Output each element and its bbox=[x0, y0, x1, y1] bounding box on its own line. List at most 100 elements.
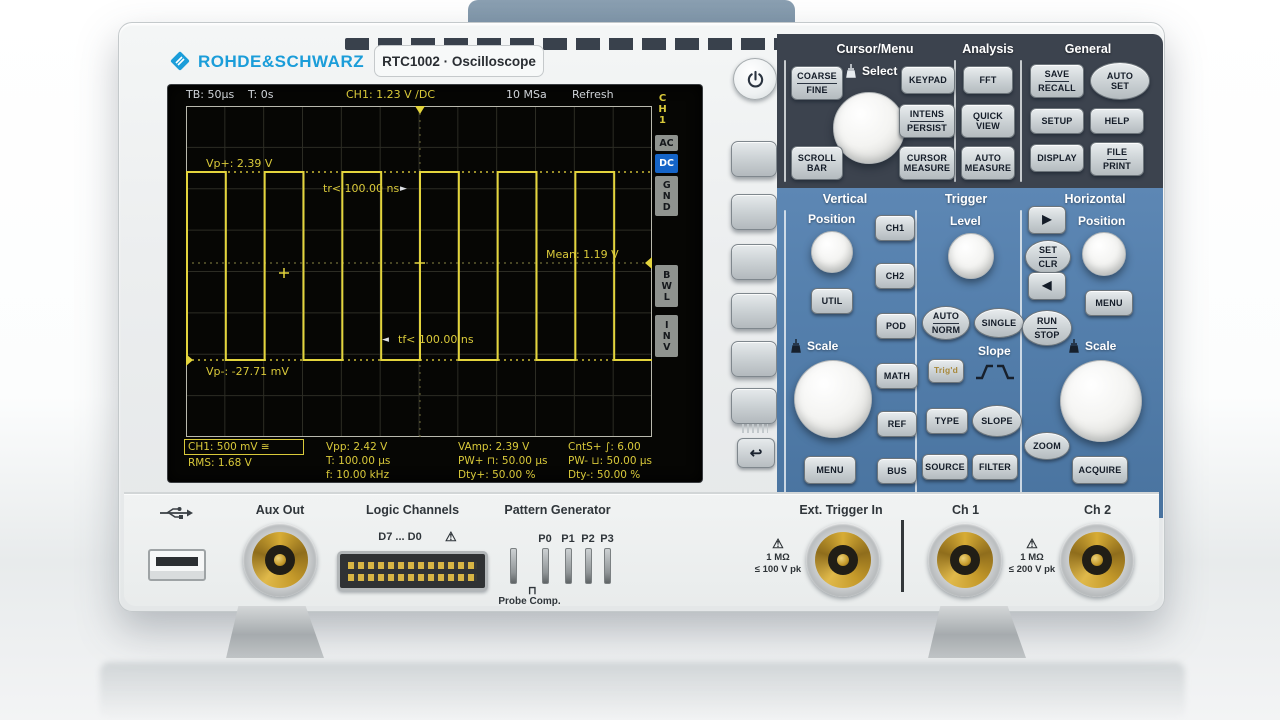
ch2-button[interactable]: CH2 bbox=[875, 263, 915, 289]
horizontal-scale-knob[interactable] bbox=[1060, 360, 1142, 442]
save-recall-button[interactable]: SAVE RECALL bbox=[1030, 64, 1084, 98]
logic-warning-icon: ⚠ bbox=[445, 529, 457, 545]
meas-dty-pos: Dty+: 50.00 % bbox=[458, 469, 535, 481]
status-timebase: TB: 50µs bbox=[186, 88, 234, 101]
annotation-fall-time: tf< 100.00 ns bbox=[398, 333, 474, 346]
zoom-label: ZOOM bbox=[1033, 441, 1061, 451]
softkey-2[interactable] bbox=[731, 194, 777, 230]
brand-area: ROHDE&SCHWARZ RTC1002 · Oscilloscope bbox=[168, 48, 568, 78]
auto-norm-button[interactable]: AUTO NORM bbox=[922, 306, 970, 340]
bus-button[interactable]: BUS bbox=[877, 458, 917, 484]
status-acq-mode: Refresh bbox=[572, 88, 614, 101]
keypad-button[interactable]: KEYPAD bbox=[901, 66, 955, 94]
horizontal-position-knob[interactable] bbox=[1082, 232, 1126, 276]
model-plate: RTC1002 · Oscilloscope bbox=[374, 45, 544, 77]
model-label: RTC1002 · Oscilloscope bbox=[382, 54, 536, 69]
setup-button[interactable]: SETUP bbox=[1030, 108, 1084, 134]
intens-persist-button[interactable]: INTENS PERSIST bbox=[899, 104, 955, 138]
arrow-right-button[interactable]: ▶ bbox=[1028, 206, 1066, 234]
display-button[interactable]: DISPLAY bbox=[1030, 144, 1084, 172]
divider bbox=[784, 60, 786, 182]
scroll-bar-button[interactable]: SCROLL BAR bbox=[791, 146, 843, 180]
cursor-label: CURSOR bbox=[907, 153, 947, 163]
ch2-label: CH2 bbox=[886, 271, 905, 281]
oscilloscope-screen: TB: 50µs T: 0s CH1: 1.23 V /DC 10 MSa Re… bbox=[168, 85, 702, 482]
ref-button[interactable]: REF bbox=[877, 411, 917, 437]
util-button[interactable]: UTIL bbox=[811, 288, 853, 314]
logic-range-label: D7 ... D0 bbox=[360, 531, 440, 543]
trigger-level-text: Level bbox=[950, 214, 981, 228]
softkey-5[interactable] bbox=[731, 341, 777, 377]
source-button[interactable]: SOURCE bbox=[922, 454, 968, 480]
softkey-1[interactable] bbox=[731, 141, 777, 177]
pod-button[interactable]: POD bbox=[876, 313, 916, 339]
gnd-label: GND bbox=[662, 180, 672, 213]
trigd-indicator: Trig'd bbox=[928, 359, 964, 383]
set-clr-button[interactable]: SET CLR bbox=[1025, 240, 1071, 274]
ch1-button[interactable]: CH1 bbox=[875, 215, 915, 241]
brand-name: ROHDE&SCHWARZ bbox=[198, 52, 364, 72]
softkey-6[interactable] bbox=[731, 388, 777, 424]
acquire-button[interactable]: ACQUIRE bbox=[1072, 456, 1128, 484]
ext-trigger-warning: ⚠ 1 MΩ ≤ 100 V pk bbox=[752, 536, 804, 576]
pattern-generator-label: Pattern Generator bbox=[495, 503, 620, 517]
logic-pins-row-1 bbox=[348, 562, 477, 569]
slope-button-label: SLOPE bbox=[981, 416, 1013, 426]
file-print-button[interactable]: FILE PRINT bbox=[1090, 142, 1144, 176]
arrow-left-button[interactable]: ◀ bbox=[1028, 272, 1066, 300]
meas-dty-neg: Dty-: 50.00 % bbox=[568, 469, 640, 481]
help-label: HELP bbox=[1105, 116, 1130, 126]
trigger-level-knob[interactable] bbox=[948, 233, 994, 279]
ext-trigger-bnc bbox=[806, 523, 880, 597]
power-button[interactable] bbox=[733, 58, 777, 100]
run-stop-button[interactable]: RUN STOP bbox=[1022, 310, 1072, 346]
single-button[interactable]: SINGLE bbox=[974, 308, 1024, 338]
persist-label: PERSIST bbox=[907, 123, 947, 133]
type-button[interactable]: TYPE bbox=[926, 408, 968, 434]
fft-button[interactable]: FFT bbox=[963, 66, 1013, 94]
horizontal-scale-text: Scale bbox=[1085, 339, 1116, 353]
cursor-measure-button[interactable]: CURSOR MEASURE bbox=[899, 146, 955, 180]
pattern-pin-p2 bbox=[585, 548, 592, 584]
warning-triangle-icon: ⚠ bbox=[752, 536, 804, 552]
rohde-schwarz-logo-icon bbox=[168, 49, 192, 73]
quick-label: QUICK bbox=[973, 111, 1003, 121]
ext-impedance-label: 1 MΩ bbox=[752, 552, 804, 564]
filter-button[interactable]: FILTER bbox=[972, 454, 1018, 480]
math-button[interactable]: MATH bbox=[876, 363, 918, 389]
bnc-center-pin bbox=[959, 554, 971, 566]
horizontal-menu-button[interactable]: MENU bbox=[1085, 290, 1133, 316]
bus-label: BUS bbox=[887, 466, 907, 476]
ch2-warning: ⚠ 1 MΩ ≤ 200 V pk bbox=[1006, 536, 1058, 576]
coarse-fine-button[interactable]: COARSE FINE bbox=[791, 66, 843, 100]
pattern-pin-p3 bbox=[604, 548, 611, 584]
vertical-position-knob[interactable] bbox=[811, 231, 853, 273]
pattern-pin-p0 bbox=[542, 548, 549, 584]
vertical-menu-button[interactable]: MENU bbox=[804, 456, 856, 484]
acquire-label: ACQUIRE bbox=[1079, 465, 1122, 475]
vertical-scale-text: Scale bbox=[807, 339, 838, 353]
quick-view-button[interactable]: QUICK VIEW bbox=[961, 104, 1015, 138]
section-title-trigger: Trigger bbox=[916, 192, 1016, 206]
softkey-4[interactable] bbox=[731, 293, 777, 329]
warning-triangle-icon: ⚠ bbox=[1006, 536, 1058, 552]
photo-background: ROHDE&SCHWARZ RTC1002 · Oscilloscope TB:… bbox=[0, 0, 1280, 720]
ext-max-voltage-label: ≤ 100 V pk bbox=[752, 564, 804, 576]
vertical-scale-knob[interactable] bbox=[794, 360, 872, 438]
auto-measure-button[interactable]: AUTO MEASURE bbox=[961, 146, 1015, 180]
usb-icon bbox=[158, 505, 194, 521]
back-button[interactable]: ↩ bbox=[737, 438, 775, 468]
softkey-3[interactable] bbox=[731, 244, 777, 280]
help-button[interactable]: HELP bbox=[1090, 108, 1144, 134]
vertical-position-text: Position bbox=[808, 212, 855, 226]
print-label: PRINT bbox=[1103, 161, 1131, 171]
section-title-general: General bbox=[1048, 42, 1128, 56]
bar-label: BAR bbox=[807, 163, 827, 173]
zoom-button[interactable]: ZOOM bbox=[1024, 432, 1070, 460]
coarse-label: COARSE bbox=[797, 71, 837, 83]
trigd-label: Trig'd bbox=[934, 366, 958, 376]
auto-set-button[interactable]: AUTO SET bbox=[1090, 62, 1150, 100]
grip-texture bbox=[742, 424, 768, 433]
select-knob[interactable] bbox=[833, 92, 905, 164]
slope-button[interactable]: SLOPE bbox=[972, 405, 1022, 437]
